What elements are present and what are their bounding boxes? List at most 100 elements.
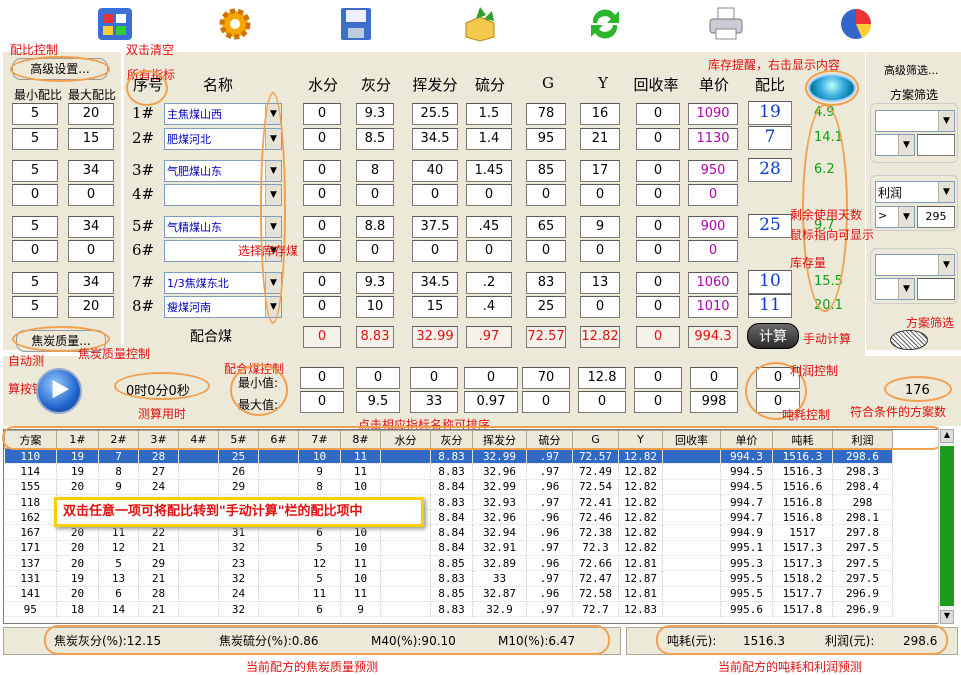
indicator-y[interactable]: 0 [580,240,620,262]
indicator-water[interactable]: 0 [303,216,341,238]
table-row[interactable]: 95 18 14 21 32 6 9 8.83 32.9.97 72.7 12.83 995.6 151… [4,601,893,618]
table-row[interactable]: 171 20 12 21 32 5 10 8.84 32.91.97 72.3 12.82 995.1… [4,540,893,557]
indicator-price[interactable]: 1090 [688,103,738,125]
indicator-ash[interactable]: 8.8 [356,216,394,238]
indicator-sul[interactable]: .4 [466,296,512,318]
save-icon[interactable] [333,3,379,45]
indicator-g[interactable]: 25 [526,296,566,318]
indicator-water[interactable]: 0 [303,296,341,318]
printer-icon[interactable] [703,3,749,45]
filter1-field-select[interactable]: ▼ [875,110,955,132]
indicator-water[interactable]: 0 [303,103,341,125]
play-button[interactable] [36,368,82,414]
filter-net-icon[interactable] [890,330,928,350]
table-row[interactable]: 114 19 8 27 26 9 11 8.83 32.96.97 72.49 12.82 994.5… [4,463,893,480]
header-sulfur[interactable]: 硫分 [466,74,514,95]
indicator-rec[interactable]: 0 [636,240,680,262]
mix-min-input[interactable]: 0 [356,367,400,389]
indicator-vol[interactable]: 34.5 [412,128,458,150]
mix-min-input[interactable]: 0 [410,367,458,389]
mix-min-input[interactable]: 0 [300,367,344,389]
mix-max-input[interactable]: 9.5 [356,391,400,413]
indicator-ash[interactable]: 10 [356,296,394,318]
indicator-ash[interactable]: 0 [356,184,394,206]
adv-filter-link[interactable]: 高级筛选... [884,62,939,78]
table-row[interactable]: 155 20 9 24 29 8 10 8.84 32.99.96 72.54 12.82 994.5… [4,479,893,495]
ratio-value[interactable]: 28 [748,158,792,182]
filter3-field-select[interactable]: ▼ [875,254,955,276]
max-ratio-input[interactable]: 34 [68,160,114,182]
ratio-value[interactable]: 19 [748,101,792,125]
indicator-g[interactable]: 83 [526,272,566,294]
header-name[interactable]: 名称 [188,74,248,95]
indicator-g[interactable]: 85 [526,160,566,182]
header-recovery[interactable]: 回收率 [628,74,684,95]
indicator-vol[interactable]: 15 [412,296,458,318]
min-ratio-input[interactable]: 5 [12,128,58,150]
min-ratio-input[interactable]: 0 [12,240,58,262]
ratio-value[interactable]: 25 [748,214,792,238]
indicator-rec[interactable]: 0 [636,128,680,150]
indicator-g[interactable]: 0 [526,184,566,206]
indicator-rec[interactable]: 0 [636,103,680,125]
indicator-price[interactable]: 0 [688,184,738,206]
max-ratio-input[interactable]: 0 [68,240,114,262]
indicator-rec[interactable]: 0 [636,272,680,294]
max-ratio-input[interactable]: 34 [68,216,114,238]
indicator-vol[interactable]: 40 [412,160,458,182]
calc-button[interactable]: 计算 [747,323,799,349]
mix-min-input[interactable]: 70 [522,367,570,389]
mix-max-input[interactable]: 0 [522,391,570,413]
mix-min-input[interactable]: 0 [634,367,682,389]
indicator-g[interactable]: 78 [526,103,566,125]
indicator-g[interactable]: 95 [526,128,566,150]
indicator-ash[interactable]: 9.3 [356,272,394,294]
indicator-rec[interactable]: 0 [636,296,680,318]
mix-max-input[interactable]: 998 [690,391,738,413]
tiles-icon[interactable] [92,3,138,45]
header-volatile[interactable]: 挥发分 [405,74,465,95]
export-box-icon[interactable] [457,3,503,45]
indicator-g[interactable]: 0 [526,240,566,262]
indicator-water[interactable]: 0 [303,240,341,262]
indicator-ash[interactable]: 0 [356,240,394,262]
indicator-y[interactable]: 13 [580,272,620,294]
indicator-sul[interactable]: 1.45 [466,160,512,182]
indicator-y[interactable]: 21 [580,128,620,150]
ratio-value[interactable]: 11 [748,294,792,318]
header-ash[interactable]: 灰分 [356,74,396,95]
max-ratio-input[interactable]: 20 [68,296,114,318]
indicator-vol[interactable]: 0 [412,184,458,206]
header-price[interactable]: 单价 [692,74,736,95]
indicator-water[interactable]: 0 [303,272,341,294]
indicator-vol[interactable]: 25.5 [412,103,458,125]
indicator-sul[interactable]: 0 [466,240,512,262]
header-water[interactable]: 水分 [303,74,343,95]
indicator-y[interactable]: 9 [580,216,620,238]
mix-max-input[interactable]: 0.97 [464,391,518,413]
max-ratio-input[interactable]: 34 [68,272,114,294]
indicator-sul[interactable]: 1.4 [466,128,512,150]
mix-min-input[interactable]: 0 [690,367,738,389]
table-row[interactable]: 137 20 5 29 23 12 11 8.85 32.89.96 72.66 12.81 995.… [4,555,893,572]
indicator-vol[interactable]: 0 [412,240,458,262]
mix-max-input[interactable]: 0 [578,391,626,413]
header-g[interactable]: G [530,74,566,92]
indicator-price[interactable]: 900 [688,216,738,238]
indicator-ash[interactable]: 9.3 [356,103,394,125]
table-row[interactable]: 131 19 13 21 32 5 10 8.83 33.97 72.47 12.87 995.5 15… [4,570,893,587]
indicator-vol[interactable]: 37.5 [412,216,458,238]
indicator-price[interactable]: 0 [688,240,738,262]
indicator-sul[interactable]: .45 [466,216,512,238]
mix-max-input[interactable]: 33 [410,391,458,413]
max-ratio-input[interactable]: 15 [68,128,114,150]
ratio-value[interactable]: 7 [748,126,792,150]
table-row[interactable]: 110 19 7 28 25 10 11 8.83 32.99.97 72.57 12.82 994.… [4,448,893,465]
indicator-rec[interactable]: 0 [636,160,680,182]
header-y[interactable]: Y [585,74,621,92]
table-row[interactable]: 141 20 6 28 24 11 11 8.85 32.87.96 72.58 12.81 995.… [4,586,893,602]
indicator-rec[interactable]: 0 [636,184,680,206]
ratio-value[interactable]: 10 [748,270,792,294]
refresh-icon[interactable] [582,3,628,45]
indicator-water[interactable]: 0 [303,184,341,206]
